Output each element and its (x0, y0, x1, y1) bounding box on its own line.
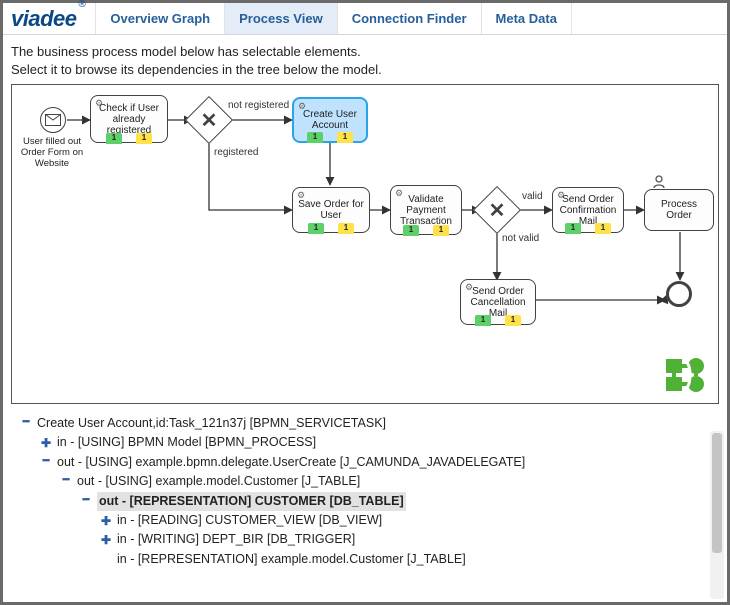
badge-out: 1 (338, 223, 354, 234)
tree-node[interactable]: in - [WRITING] DEPT_BIR [DB_TRIGGER] (9, 530, 721, 549)
gateway-valid[interactable]: ✕ (480, 193, 514, 227)
edge-not-registered: not registered (228, 100, 289, 111)
gear-icon: ⚙ (297, 191, 305, 201)
tree-node[interactable]: in - [USING] BPMN Model [BPMN_PROCESS] (9, 433, 721, 452)
badge-out: 1 (136, 133, 152, 144)
gateway-registered[interactable]: ✕ (192, 103, 226, 137)
collapse-icon[interactable] (79, 496, 93, 507)
badge-out: 1 (595, 223, 611, 234)
badge-out: 1 (337, 132, 353, 143)
tree-node[interactable]: in - [READING] CUSTOMER_VIEW [DB_VIEW] (9, 511, 721, 530)
task-process-order[interactable]: Process Order (644, 189, 714, 231)
collapse-icon[interactable] (19, 418, 33, 429)
tab-meta-data[interactable]: Meta Data (482, 3, 572, 34)
tree-node-selected[interactable]: out - [REPRESENTATION] CUSTOMER [DB_TABL… (9, 492, 721, 511)
edge-not-valid: not valid (502, 233, 539, 244)
end-event[interactable] (666, 281, 692, 307)
badge-out: 1 (433, 225, 449, 236)
tree-node[interactable]: in - [REPRESENTATION] example.model.Cust… (9, 550, 721, 569)
brand-logo: viadee® (3, 6, 95, 32)
task-save-order[interactable]: ⚙ Save Order for User 1 1 (292, 187, 370, 233)
tab-process-view[interactable]: Process View (225, 3, 338, 34)
gear-icon: ⚙ (465, 283, 473, 293)
gear-icon: ⚙ (95, 99, 103, 109)
tree-node[interactable]: out - [USING] example.bpmn.delegate.User… (9, 453, 721, 472)
edge-valid: valid (522, 191, 543, 202)
start-event[interactable] (40, 107, 66, 133)
badge-out: 1 (505, 315, 521, 326)
task-create-user-account[interactable]: ⚙ Create User Account 1 1 (292, 97, 368, 143)
badge-in: 1 (403, 225, 419, 236)
badge-in: 1 (475, 315, 491, 326)
collapse-icon[interactable] (59, 476, 73, 487)
edge-registered: registered (214, 147, 258, 158)
scrollbar-thumb[interactable] (712, 433, 722, 553)
badge-in: 1 (565, 223, 581, 234)
bpmn-tool-logo (664, 355, 708, 395)
tab-connection-finder[interactable]: Connection Finder (338, 3, 482, 34)
task-send-confirmation[interactable]: ⚙ Send Order Confirmation Mail 1 1 (552, 187, 624, 233)
expand-icon[interactable] (99, 515, 113, 527)
gear-icon: ⚙ (557, 191, 565, 201)
tree-scrollbar[interactable] (710, 431, 724, 599)
instruction-text: The business process model below has sel… (3, 35, 727, 84)
tree-node[interactable]: out - [USING] example.model.Customer [J_… (9, 472, 721, 491)
start-event-label: User filled out Order Form on Website (16, 137, 88, 170)
task-send-cancellation[interactable]: ⚙ Send Order Cancellation Mail 1 1 (460, 279, 536, 325)
task-check-user[interactable]: ⚙ Check if User already registered 1 1 (90, 95, 168, 143)
badge-in: 1 (106, 133, 122, 144)
tab-overview-graph[interactable]: Overview Graph (95, 3, 225, 34)
gear-icon: ⚙ (298, 102, 306, 112)
tree-node[interactable]: Create User Account,id:Task_121n37j [BPM… (9, 414, 721, 433)
task-validate-payment[interactable]: ⚙ Validate Payment Transaction 1 1 (390, 185, 462, 235)
expand-icon[interactable] (39, 437, 53, 449)
bpmn-diagram[interactable]: User filled out Order Form on Website ⚙ … (11, 84, 719, 404)
badge-in: 1 (308, 223, 324, 234)
dependency-tree[interactable]: Create User Account,id:Task_121n37j [BPM… (3, 404, 727, 572)
gear-icon: ⚙ (395, 189, 403, 199)
expand-icon[interactable] (99, 534, 113, 546)
badge-in: 1 (307, 132, 323, 143)
collapse-icon[interactable] (39, 457, 53, 468)
